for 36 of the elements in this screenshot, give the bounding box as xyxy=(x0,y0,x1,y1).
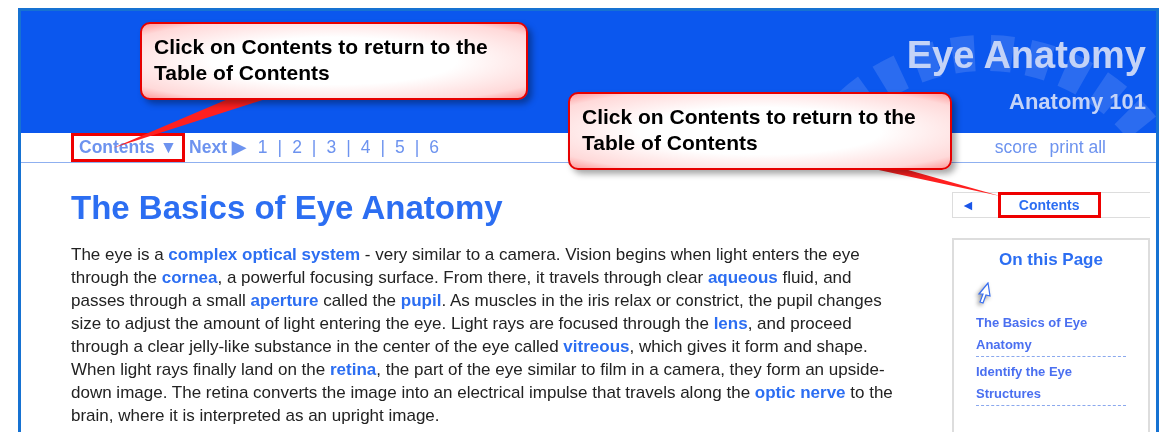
glossary-link[interactable]: cornea xyxy=(161,268,218,287)
glossary-link[interactable]: pupil xyxy=(400,291,442,310)
glossary-link[interactable]: complex optical system xyxy=(168,245,361,264)
separator: | xyxy=(277,137,283,159)
separator: | xyxy=(380,137,385,159)
contents-link[interactable]: Contents xyxy=(1000,195,1098,215)
site-subtitle: Anatomy 101 xyxy=(1009,89,1146,115)
glossary-link[interactable]: vitreous xyxy=(563,337,630,356)
article-paragraph: The eye is a complex optical system - very similar to a camera. Vision begins when light enters the eye through the cornea, a powerful focusing surface. From there, it travels through clear aqueous fluid, and passes through a small aperture called the pupil. As muscles in the iris relax or constrict, the pupil changes size to adjust the amount of light entering the eye. Light rays are focused through the lens, and proceed through a clear jelly-like substance in the center of the eye called vitreous, which gives it form and shape. When light rays finally land on the retina, the part of the eye similar to film in a camera, they form an upside-down image. The retina converts the image into an electrical impulse that travels along the optic nerve to the brain, where it is interpreted as an upright image. xyxy=(71,244,894,427)
page-link[interactable]: 2 xyxy=(286,135,308,161)
glossary-link[interactable]: retina xyxy=(329,360,377,379)
separator: | xyxy=(311,137,317,159)
nav-link[interactable]: print all xyxy=(1043,135,1112,161)
cursor-icon xyxy=(976,282,992,304)
nav-link[interactable]: score xyxy=(988,135,1044,161)
panel-title: On this Page xyxy=(998,250,1104,270)
next-link[interactable]: Next ▶ xyxy=(183,135,252,161)
glossary-link[interactable]: aperture xyxy=(250,291,319,310)
site-title: Eye Anatomy xyxy=(906,33,1146,77)
page-link[interactable]: 4 xyxy=(354,135,377,161)
article-title: The Basics of Eye Anatomy xyxy=(71,189,504,227)
page-link[interactable]: 3 xyxy=(320,135,343,161)
page-link[interactable]: 1 xyxy=(251,135,274,161)
back-button[interactable]: ◄ xyxy=(953,197,983,213)
page-link[interactable]: 5 xyxy=(388,135,411,161)
section-link[interactable]: Identify the Eye Structures xyxy=(976,361,1126,406)
callout: Click on Contents to return to the Table of Contents xyxy=(140,22,528,100)
glossary-link[interactable]: optic nerve xyxy=(754,383,846,402)
page-link[interactable]: 6 xyxy=(423,135,445,161)
glossary-link[interactable]: aqueous xyxy=(707,268,778,287)
glossary-link[interactable]: lens xyxy=(713,314,748,333)
separator: | xyxy=(414,137,420,159)
section-link[interactable]: The Basics of Eye Anatomy xyxy=(976,312,1126,357)
callout: Click on Contents to return to the Table of Contents xyxy=(568,92,952,170)
contents-link[interactable]: Contents ▼ xyxy=(73,135,184,161)
separator: | xyxy=(346,137,351,159)
